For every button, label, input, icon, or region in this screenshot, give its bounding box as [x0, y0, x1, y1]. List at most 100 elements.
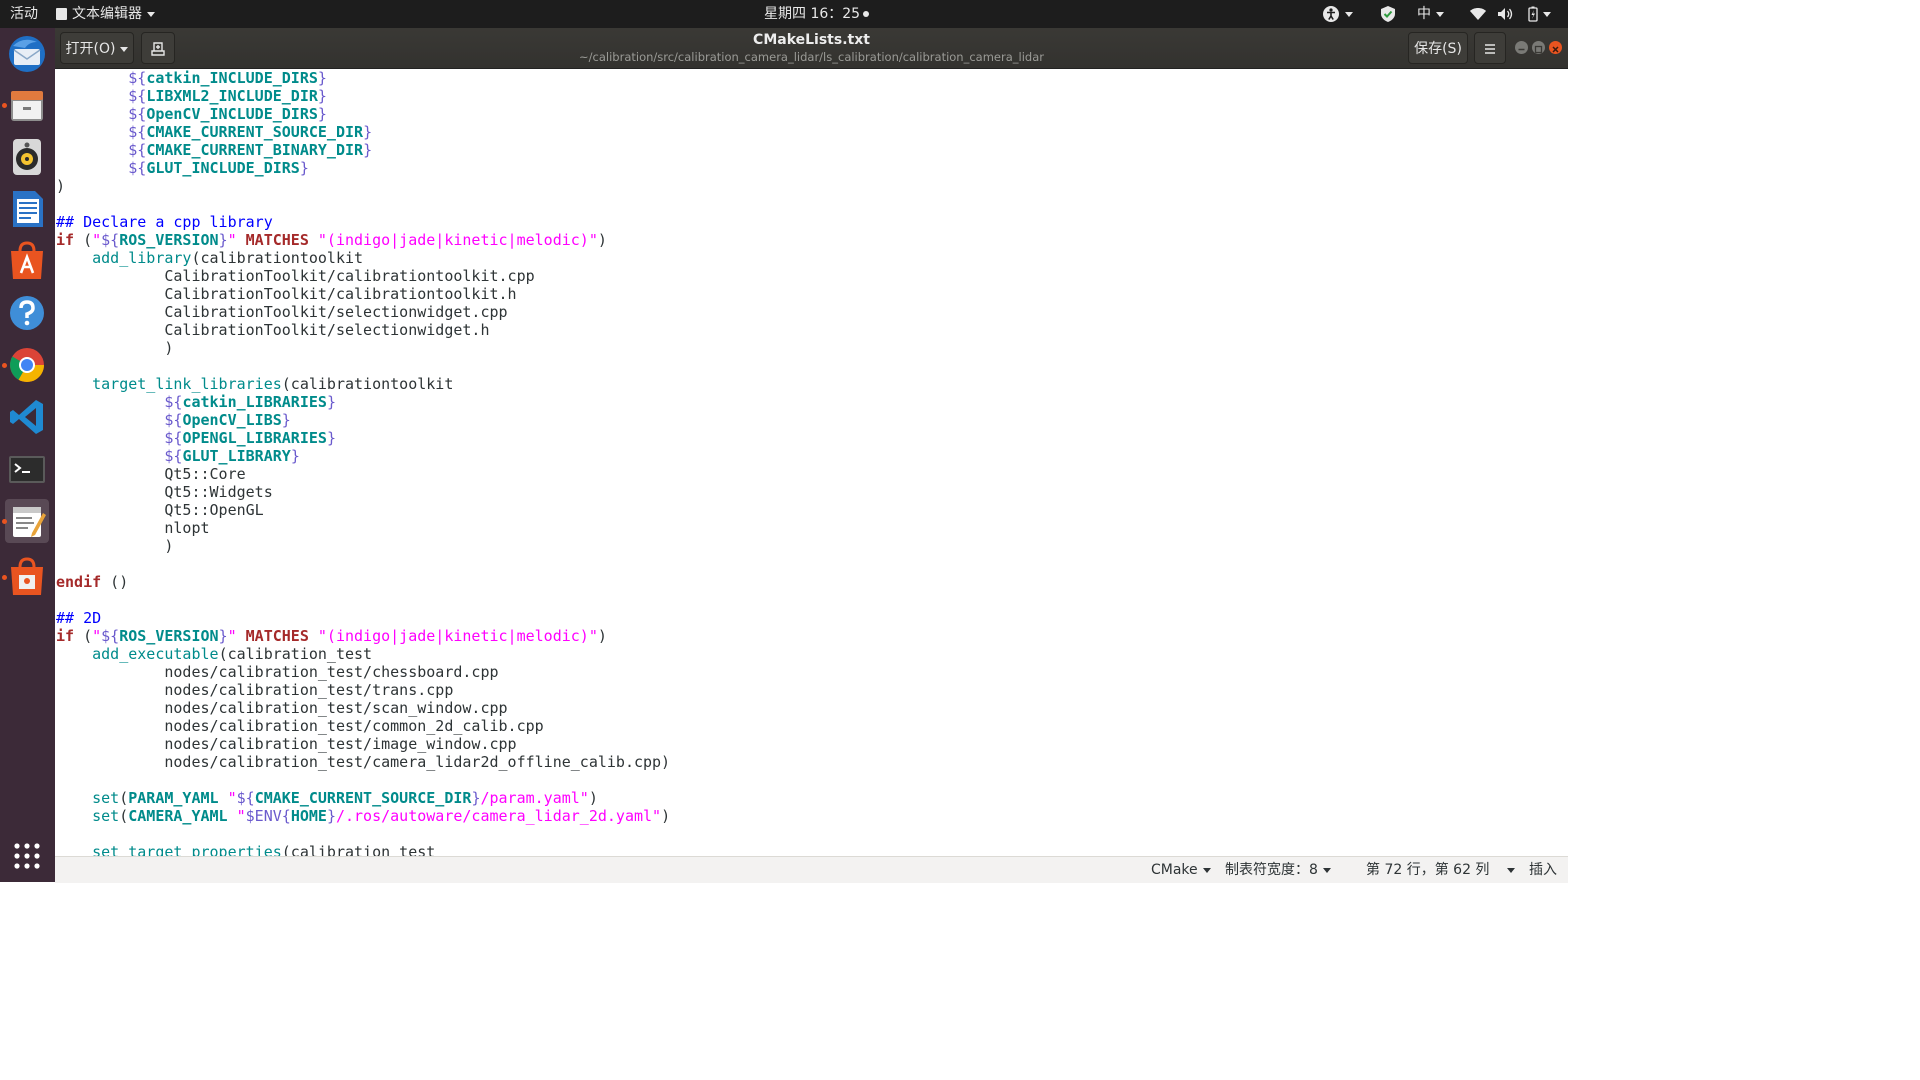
code-text: ): [597, 231, 607, 249]
activities-button[interactable]: 活动: [10, 0, 38, 28]
code-line[interactable]: if ("${ROS_VERSION}" MATCHES "(indigo|ja…: [56, 627, 1568, 645]
clock[interactable]: 星期四 16：25: [764, 0, 870, 28]
code-line[interactable]: Qt5::Core: [56, 465, 1568, 483]
code-text: Qt5::Widgets: [56, 483, 273, 501]
code-line[interactable]: ): [56, 537, 1568, 555]
document-title: CMakeLists.txt: [753, 32, 870, 48]
code-line[interactable]: add_library(calibrationtoolkit: [56, 249, 1568, 267]
code-line[interactable]: CalibrationToolkit/selectionwidget.h: [56, 321, 1568, 339]
gedit-small-icon: [56, 8, 67, 20]
code-line[interactable]: ): [56, 177, 1568, 195]
save-button[interactable]: 保存(S): [1408, 32, 1468, 64]
dock-app-help[interactable]: [5, 291, 49, 335]
close-button[interactable]: [1549, 41, 1562, 54]
code-text: CalibrationToolkit/calibrationtoolkit.cp…: [56, 267, 535, 285]
chrome-icon: [10, 348, 44, 382]
app-menu[interactable]: 文本编辑器: [56, 0, 155, 28]
accessibility-menu[interactable]: [1322, 0, 1353, 28]
code-line[interactable]: ${GLUT_INCLUDE_DIRS}: [56, 159, 1568, 177]
dock-app-vscode[interactable]: [5, 395, 49, 439]
code-text: ): [588, 789, 598, 807]
code-line[interactable]: ## Declare a cpp library: [56, 213, 1568, 231]
code-line[interactable]: ${catkin_LIBRARIES}: [56, 393, 1568, 411]
dock-app-terminal[interactable]: [5, 447, 49, 491]
code-keyword: MATCHES: [245, 627, 309, 645]
code-text: nodes/calibration_test/camera_lidar2d_of…: [56, 753, 671, 771]
code-line[interactable]: [56, 555, 1568, 573]
hamburger-menu-button[interactable]: [1474, 32, 1506, 64]
code-line[interactable]: add_executable(calibration_test: [56, 645, 1568, 663]
code-line[interactable]: CalibrationToolkit/selectionwidget.cpp: [56, 303, 1568, 321]
insert-mode-label: 插入: [1529, 862, 1557, 878]
code-delimiter: }: [326, 429, 336, 447]
code-line[interactable]: ${OPENGL_LIBRARIES}: [56, 429, 1568, 447]
code-line[interactable]: Qt5::OpenGL: [56, 501, 1568, 519]
code-line[interactable]: nodes/calibration_test/chessboard.cpp: [56, 663, 1568, 681]
input-method-menu[interactable]: 中: [1417, 0, 1444, 28]
dock-app-writer[interactable]: [5, 187, 49, 231]
code-line[interactable]: ${OpenCV_INCLUDE_DIRS}: [56, 105, 1568, 123]
code-line[interactable]: target_link_libraries(calibrationtoolkit: [56, 375, 1568, 393]
code-line[interactable]: [56, 591, 1568, 609]
code-line[interactable]: ## 2D: [56, 609, 1568, 627]
dock-app-software[interactable]: [5, 239, 49, 283]
code-quote: ": [92, 231, 102, 249]
code-line[interactable]: nodes/calibration_test/trans.cpp: [56, 681, 1568, 699]
insert-mode-indicator[interactable]: 插入: [1529, 857, 1557, 883]
cursor-position-selector[interactable]: 第 72 行，第 62 列: [1366, 857, 1516, 883]
dock-app-files[interactable]: [2, 83, 49, 127]
tab-width-selector[interactable]: 制表符宽度：8: [1225, 857, 1331, 883]
code-line[interactable]: [56, 195, 1568, 213]
dock-app-chrome[interactable]: [2, 343, 49, 387]
show-applications-button[interactable]: [5, 834, 49, 878]
terminal-icon: [9, 456, 45, 483]
code-text: CalibrationToolkit/selectionwidget.cpp: [56, 303, 508, 321]
code-line[interactable]: ${GLUT_LIBRARY}: [56, 447, 1568, 465]
code-line[interactable]: ${LIBXML2_INCLUDE_DIR}: [56, 87, 1568, 105]
document-path: ~/calibration/src/calibration_camera_lid…: [579, 50, 1044, 64]
language-selector[interactable]: CMake: [1151, 857, 1211, 883]
code-line[interactable]: ${CMAKE_CURRENT_BINARY_DIR}: [56, 141, 1568, 159]
code-line[interactable]: if ("${ROS_VERSION}" MATCHES "(indigo|ja…: [56, 231, 1568, 249]
code-line[interactable]: ${CMAKE_CURRENT_SOURCE_DIR}: [56, 123, 1568, 141]
dock-app-rhythmbox[interactable]: [5, 135, 49, 179]
code-string: "(indigo|jade|kinetic|melodic)": [317, 231, 598, 249]
code-line[interactable]: nodes/calibration_test/common_2d_calib.c…: [56, 717, 1568, 735]
code-line[interactable]: CalibrationToolkit/calibrationtoolkit.cp…: [56, 267, 1568, 285]
code-line[interactable]: ): [56, 339, 1568, 357]
dock-app-gedit[interactable]: [2, 499, 49, 543]
running-indicator: [2, 575, 7, 580]
code-line[interactable]: set(PARAM_YAML "${CMAKE_CURRENT_SOURCE_D…: [56, 789, 1568, 807]
code-line[interactable]: [56, 357, 1568, 375]
dock-app-updater[interactable]: [2, 555, 49, 599]
code-line[interactable]: nodes/calibration_test/scan_window.cpp: [56, 699, 1568, 717]
code-command: add_executable: [92, 645, 219, 663]
text-editor[interactable]: ${catkin_INCLUDE_DIRS} ${LIBXML2_INCLUDE…: [55, 69, 1568, 856]
security-indicator[interactable]: [1380, 0, 1396, 28]
code-line[interactable]: nlopt: [56, 519, 1568, 537]
code-line[interactable]: set_target_properties(calibration_test: [56, 843, 1568, 856]
code-line[interactable]: [56, 825, 1568, 843]
code-line[interactable]: endif (): [56, 573, 1568, 591]
input-method-label: 中: [1417, 6, 1431, 22]
code-line[interactable]: Qt5::Widgets: [56, 483, 1568, 501]
code-line[interactable]: nodes/calibration_test/camera_lidar2d_of…: [56, 753, 1568, 771]
dock-app-thunderbird[interactable]: [5, 32, 49, 76]
code-line[interactable]: ${OpenCV_LIBS}: [56, 411, 1568, 429]
maximize-button[interactable]: [1532, 41, 1545, 54]
cursor-position-label: 第 72 行，第 62 列: [1366, 862, 1490, 878]
code-variable: catkin_INCLUDE_DIRS: [146, 69, 318, 87]
code-line[interactable]: set(CAMERA_YAML "$ENV{HOME}/.ros/autowar…: [56, 807, 1568, 825]
status-bar: CMake 制表符宽度：8 第 72 行，第 62 列 插入: [55, 856, 1568, 883]
code-line[interactable]: CalibrationToolkit/calibrationtoolkit.h: [56, 285, 1568, 303]
code-line[interactable]: nodes/calibration_test/image_window.cpp: [56, 735, 1568, 753]
system-menu[interactable]: [1469, 0, 1551, 28]
code-line[interactable]: [56, 771, 1568, 789]
code-area[interactable]: ${catkin_INCLUDE_DIRS} ${LIBXML2_INCLUDE…: [55, 69, 1568, 856]
minimize-button[interactable]: [1515, 41, 1528, 54]
code-delimiter: }: [326, 807, 336, 825]
code-line[interactable]: ${catkin_INCLUDE_DIRS}: [56, 69, 1568, 87]
code-text: nodes/calibration_test/image_window.cpp: [56, 735, 517, 753]
